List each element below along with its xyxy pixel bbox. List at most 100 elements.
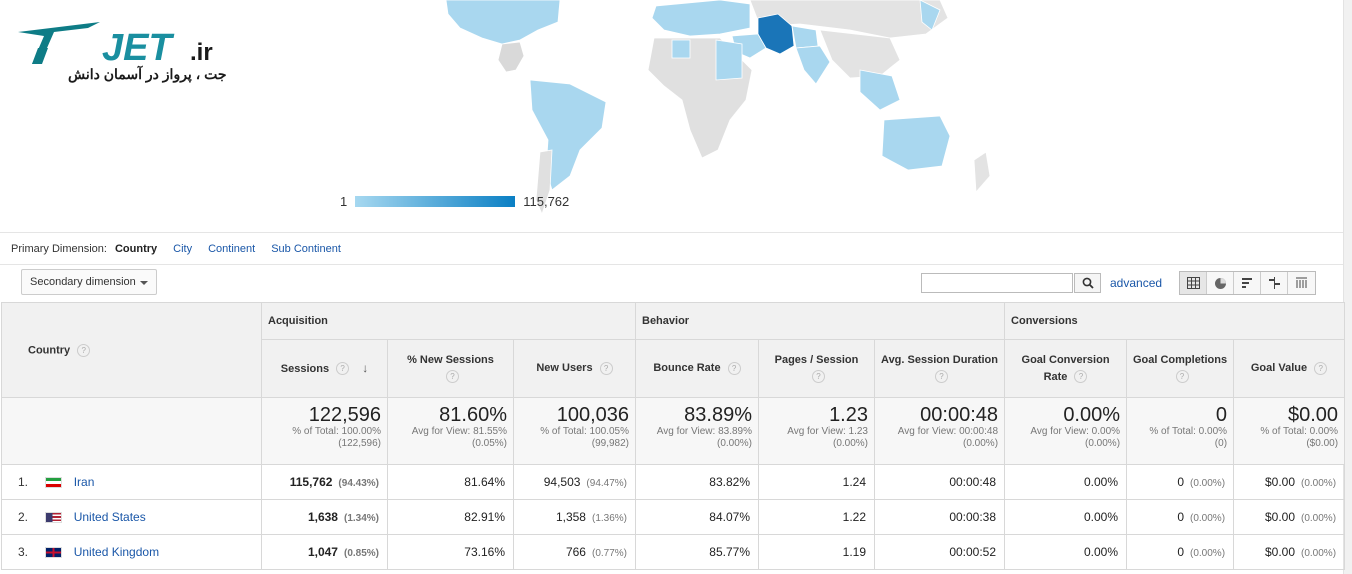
sort-descending-icon[interactable]: ↓ xyxy=(362,361,368,375)
map-legend: 1 115,762 xyxy=(340,194,569,209)
column-label: Pages / Session xyxy=(774,353,859,366)
country-link[interactable]: Iran xyxy=(74,475,95,489)
help-icon[interactable]: ? xyxy=(446,370,459,384)
help-icon[interactable]: ? xyxy=(727,361,741,375)
help-icon[interactable]: ? xyxy=(1314,361,1328,375)
new-users-cell: 94,503 (94.47%) xyxy=(513,464,636,500)
goal-value-cell: $0.00 (0.00%) xyxy=(1233,499,1346,535)
goal-value-cell: $0.00 (0.00%) xyxy=(1233,464,1346,500)
world-map[interactable] xyxy=(420,0,1020,220)
pie-chart-view-button[interactable] xyxy=(1207,272,1234,294)
legend-gradient-bar xyxy=(355,196,516,207)
primary-dimension-bar: Primary Dimension: Country City Continen… xyxy=(0,233,1343,265)
table-search-input[interactable] xyxy=(921,273,1073,293)
avg-duration-cell: 00:00:38 xyxy=(873,499,1006,535)
totals-row: 122,596% of Total: 100.00% (122,596) 81.6… xyxy=(1,397,1346,465)
goal-completions-cell: 0 (0.00%) xyxy=(1126,534,1235,570)
view-mode-switcher xyxy=(1179,271,1316,295)
goal-conversion-rate-column-header[interactable]: Goal Conversion Rate ? xyxy=(1004,339,1128,398)
totals-blank-cell xyxy=(1,397,262,465)
country-cell: 3. United Kingdom xyxy=(1,534,262,570)
help-icon[interactable]: ? xyxy=(77,343,91,357)
search-button[interactable] xyxy=(1074,273,1101,293)
total-avg-duration: 00:00:48 Avg for View: 00:00:48 (0.00%) xyxy=(873,397,1006,465)
bounce-rate-column-header[interactable]: Bounce Rate ? xyxy=(635,339,759,398)
jet-logo: JET .ir جت ، پرواز در آسمان دانش xyxy=(18,18,238,90)
pivot-table-icon xyxy=(1296,277,1307,288)
behavior-group-header: Behavior xyxy=(634,302,1006,340)
legend-min: 1 xyxy=(340,194,348,209)
iran-flag-icon xyxy=(45,477,63,489)
secondary-dimension-dropdown[interactable]: Secondary dimension xyxy=(21,269,157,295)
country-column-header[interactable]: Country ? xyxy=(1,302,262,398)
dimension-country[interactable]: Country xyxy=(115,243,157,255)
help-icon[interactable]: ? xyxy=(935,370,949,384)
logo-tagline: جت ، پرواز در آسمان دانش xyxy=(68,66,227,82)
column-label: Goal Value xyxy=(1250,362,1308,374)
table-row: 2. United States 1,638 (1.34%) 82.91% 1,3… xyxy=(1,499,1346,535)
help-icon[interactable]: ? xyxy=(336,362,350,376)
sessions-cell: 115,762 (94.43%) xyxy=(261,464,388,500)
column-label: Sessions xyxy=(280,362,330,375)
sessions-cell: 1,638 (1.34%) xyxy=(261,499,388,535)
help-icon[interactable]: ? xyxy=(1074,370,1088,384)
chevron-down-icon xyxy=(140,281,148,285)
goal-completions-cell: 0 (0.00%) xyxy=(1126,499,1235,535)
secondary-dimension-label: Secondary dimension xyxy=(30,276,136,288)
column-label: % New Sessions xyxy=(407,353,494,366)
pivot-view-button[interactable] xyxy=(1288,272,1315,294)
map-australia xyxy=(881,115,951,171)
pages-session-column-header[interactable]: Pages / Session ? xyxy=(758,339,875,398)
pages-session-cell: 1.24 xyxy=(758,464,875,500)
svg-text:.ir: .ir xyxy=(190,39,213,66)
bar-list-icon xyxy=(1241,278,1252,288)
grid-icon xyxy=(1186,277,1200,289)
column-group-header-row: Country ? Acquisition Behavior Conversio… xyxy=(1,302,1346,398)
comparison-view-button[interactable] xyxy=(1261,272,1288,294)
us-flag-icon xyxy=(45,512,63,524)
country-link[interactable]: United Kingdom xyxy=(74,545,159,559)
country-link[interactable]: United States xyxy=(74,510,146,524)
goal-completions-column-header[interactable]: Goal Completions ? xyxy=(1126,339,1235,398)
country-data-table: Country ? Acquisition Behavior Conversio… xyxy=(1,302,1346,570)
help-icon[interactable]: ? xyxy=(1175,370,1189,384)
total-goal-conversion-rate: 0.00% Avg for View: 0.00% (0.00%) xyxy=(1004,397,1128,465)
total-goal-value: $0.00% of Total: 0.00% ($0.00) xyxy=(1233,397,1346,465)
avg-session-duration-column-header[interactable]: Avg. Session Duration ? xyxy=(873,339,1006,398)
dimension-continent-link[interactable]: Continent xyxy=(208,243,255,255)
pages-session-cell: 1.19 xyxy=(758,534,875,570)
legend-max: 115,762 xyxy=(523,194,570,209)
goal-value-column-header[interactable]: Goal Value ? xyxy=(1233,339,1346,398)
new-users-column-header[interactable]: New Users ? xyxy=(513,339,636,398)
primary-dimension-label: Primary Dimension: xyxy=(11,242,107,255)
column-label: Avg. Session Duration xyxy=(881,353,998,366)
dimension-sub-continent-link[interactable]: Sub Continent xyxy=(271,243,341,255)
new-users-cell: 766 (0.77%) xyxy=(513,534,636,570)
sessions-column-header[interactable]: Sessions ? ↓ xyxy=(261,339,388,398)
jet-logo-mark: JET .ir xyxy=(18,22,213,69)
help-icon[interactable]: ? xyxy=(812,370,825,384)
bounce-rate-cell: 84.07% xyxy=(635,499,759,535)
help-icon[interactable]: ? xyxy=(599,361,613,375)
goal-value-cell: $0.00 (0.00%) xyxy=(1233,534,1346,570)
column-label: Goal Conversion Rate xyxy=(1021,353,1110,383)
geo-map-panel: JET .ir جت ، پرواز در آسمان دانش 1 115,7… xyxy=(0,0,1343,233)
advanced-filter-link[interactable]: advanced xyxy=(1110,276,1162,290)
row-number: 1. xyxy=(18,475,29,489)
table-toolbar: Secondary dimension advanced xyxy=(0,266,1343,302)
performance-view-button[interactable] xyxy=(1234,272,1261,294)
row-number: 2. xyxy=(18,510,29,524)
map-egypt-sudan xyxy=(715,39,743,81)
row-number: 3. xyxy=(18,545,29,559)
map-southeast-asia xyxy=(859,69,901,111)
new-users-cell: 1,358 (1.36%) xyxy=(513,499,636,535)
uk-flag-icon xyxy=(45,547,63,559)
map-new-zealand xyxy=(973,151,991,193)
new-sessions-column-header[interactable]: % New Sessions ? xyxy=(387,339,514,398)
total-goal-completions: 0% of Total: 0.00% (0) xyxy=(1126,397,1235,465)
goal-conversion-cell: 0.00% xyxy=(1004,464,1128,500)
sessions-cell: 1,047 (0.85%) xyxy=(261,534,388,570)
dimension-city-link[interactable]: City xyxy=(173,243,192,255)
map-north-america xyxy=(445,0,561,45)
data-table-view-button[interactable] xyxy=(1180,272,1207,294)
